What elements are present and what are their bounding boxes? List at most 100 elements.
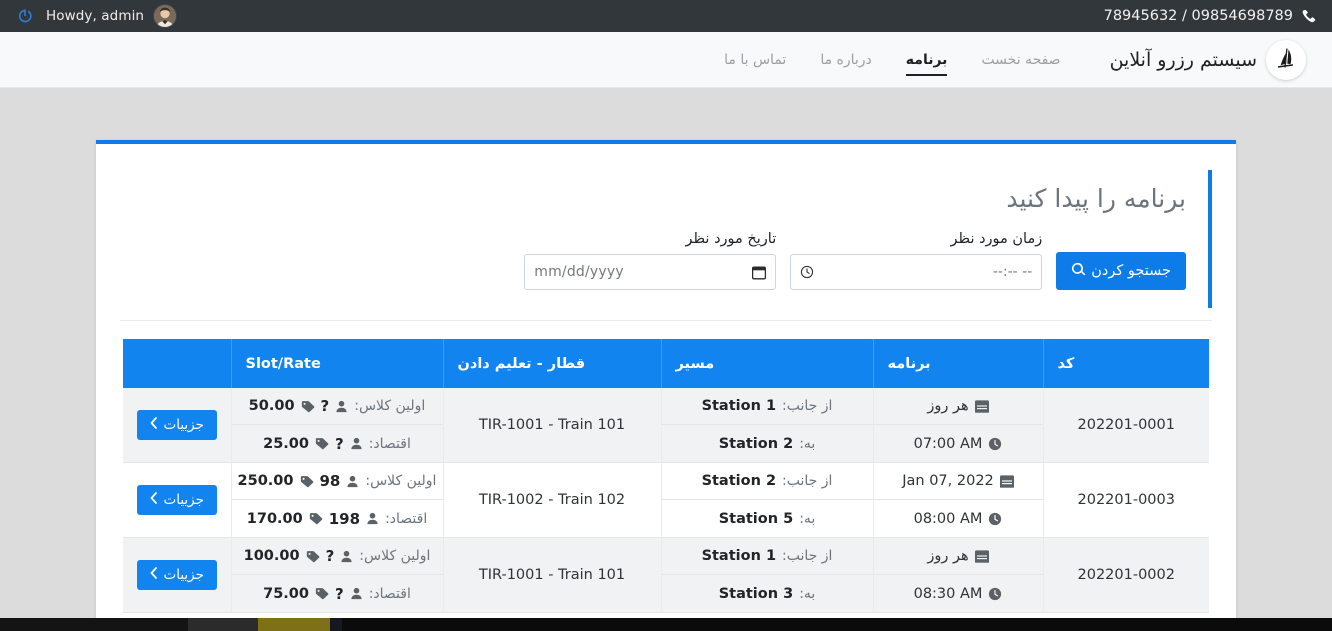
admin-bar-contact: 78945632 / 09854698789 bbox=[1104, 8, 1332, 24]
clock-icon bbox=[988, 512, 1002, 526]
howdy-label[interactable]: Howdy, admin bbox=[42, 8, 152, 24]
first-class-rate: 100.00 bbox=[243, 548, 300, 564]
brand[interactable]: سیستم رزرو آنلاین bbox=[1096, 39, 1306, 80]
schedule-time-line: 07:00 AM bbox=[874, 425, 1043, 462]
nav-item-contact[interactable]: تماس با ما bbox=[707, 34, 803, 86]
calendar-picker-icon[interactable] bbox=[752, 265, 767, 280]
first-class-label: اولین کلاس: bbox=[359, 548, 431, 564]
cell-action: جزییات bbox=[123, 537, 232, 613]
details-button[interactable]: جزییات bbox=[136, 560, 217, 590]
content-card: برنامه را پیدا کنید جستجو کردن زمان مورد… bbox=[96, 140, 1236, 631]
column-header-train[interactable]: قطار - تعلیم دادن bbox=[443, 339, 662, 388]
route-from-line: از جانب: Station 1 bbox=[661, 388, 873, 425]
person-icon bbox=[350, 587, 363, 600]
first-class-seats: ? bbox=[325, 547, 335, 565]
schedule-date-line: Jan 07, 2022 bbox=[873, 463, 1043, 500]
details-button-label: جزییات bbox=[163, 492, 204, 508]
section-divider bbox=[120, 320, 1212, 321]
person-icon bbox=[350, 437, 363, 450]
route-from-value: Station 1 bbox=[701, 548, 777, 564]
tag-icon bbox=[300, 475, 314, 488]
table-row[interactable]: 202201-0001 هر روز 07:00 AM از جانب: Sta… bbox=[123, 388, 1209, 463]
economy-line: اقتصاد: ? 75.00 bbox=[232, 575, 443, 612]
schedule-time: 08:30 AM bbox=[913, 585, 983, 602]
table-row[interactable]: 202201-0003 Jan 07, 2022 08:00 AM از جان… bbox=[123, 462, 1209, 538]
cell-code: 202201-0002 bbox=[1043, 537, 1209, 613]
page-body: برنامه را پیدا کنید جستجو کردن زمان مورد… bbox=[0, 88, 1332, 631]
sailboat-logo-icon bbox=[1266, 39, 1306, 80]
time-field: زمان مورد نظر --:-- -- bbox=[790, 231, 1043, 290]
schedule-time: 08:00 AM bbox=[913, 510, 983, 527]
first-class-rate: 250.00 bbox=[237, 473, 294, 489]
route-to-label: به: bbox=[799, 510, 816, 527]
cell-slot-rate: اولین کلاس: ? 50.00 اقتصاد: ? 25.00 bbox=[231, 388, 444, 463]
date-label: تاریخ مورد نظر bbox=[685, 231, 777, 247]
nav-item-home[interactable]: صفحه نخست bbox=[964, 34, 1077, 86]
brand-title: سیستم رزرو آنلاین bbox=[1109, 48, 1257, 71]
route-to-line: به: Station 3 bbox=[662, 575, 873, 612]
column-header-code[interactable]: کد bbox=[1043, 339, 1209, 388]
taskbar-segment bbox=[188, 618, 258, 631]
table-head: کد برنامه مسیر قطار - تعلیم دادن Slot/Ra… bbox=[123, 339, 1209, 388]
avatar[interactable] bbox=[154, 5, 177, 27]
cell-code: 202201-0003 bbox=[1043, 462, 1209, 538]
cell-schedule: هر روز 08:30 AM bbox=[873, 537, 1044, 613]
clock-icon bbox=[988, 437, 1002, 451]
nav-item-about[interactable]: درباره ما bbox=[803, 34, 888, 86]
time-input[interactable]: --:-- -- bbox=[790, 254, 1043, 290]
economy-seats: 198 bbox=[328, 509, 361, 528]
site-navbar: سیستم رزرو آنلاین صفحه نخست برنامه دربار… bbox=[0, 32, 1332, 88]
route-from-label: از جانب: bbox=[782, 473, 833, 489]
details-button-label: جزییات bbox=[163, 417, 204, 433]
power-icon[interactable] bbox=[8, 0, 42, 32]
nav-item-schedule[interactable]: برنامه bbox=[889, 34, 965, 86]
cell-route: از جانب: Station 1 به: Station 3 bbox=[661, 537, 874, 613]
cell-action: جزییات bbox=[123, 388, 232, 463]
route-from-line: از جانب: Station 1 bbox=[661, 538, 873, 575]
route-to-line: به: Station 5 bbox=[662, 500, 873, 537]
search-icon bbox=[1071, 262, 1086, 281]
cell-train: TIR-1001 - Train 101 bbox=[443, 537, 662, 613]
column-header-route[interactable]: مسیر bbox=[661, 339, 874, 388]
chevron-right-icon bbox=[150, 492, 158, 508]
economy-rate: 75.00 bbox=[263, 585, 309, 602]
economy-seats: ? bbox=[335, 584, 344, 603]
clock-picker-icon[interactable] bbox=[800, 265, 814, 279]
details-button[interactable]: جزییات bbox=[136, 485, 217, 515]
route-to-value: Station 3 bbox=[718, 585, 794, 602]
economy-label: اقتصاد: bbox=[368, 435, 411, 452]
schedule-date: Jan 07, 2022 bbox=[902, 473, 994, 489]
tag-icon bbox=[315, 587, 329, 600]
search-button[interactable]: جستجو کردن bbox=[1056, 252, 1186, 290]
search-form: جستجو کردن زمان مورد نظر --:-- -- تاریخ … bbox=[132, 231, 1186, 290]
date-field: تاریخ مورد نظر mm/dd/yyyy bbox=[524, 231, 777, 290]
tag-icon bbox=[306, 550, 320, 563]
cell-action: جزییات bbox=[123, 462, 232, 538]
taskbar-active-window[interactable] bbox=[258, 618, 330, 631]
schedule-date: هر روز bbox=[927, 398, 969, 414]
cell-schedule: Jan 07, 2022 08:00 AM bbox=[873, 462, 1044, 538]
nav-links: صفحه نخست برنامه درباره ما تماس با ما bbox=[707, 34, 1077, 86]
route-to-label: به: bbox=[799, 435, 816, 452]
table-body: 202201-0001 هر روز 07:00 AM از جانب: Sta… bbox=[123, 388, 1209, 613]
column-header-slot-rate[interactable]: Slot/Rate bbox=[231, 339, 444, 388]
page-title: برنامه را پیدا کنید bbox=[1006, 184, 1186, 213]
wp-admin-bar: Howdy, admin 78945632 / 09854698789 bbox=[0, 0, 1332, 32]
calendar-icon bbox=[974, 549, 989, 563]
cell-slot-rate: اولین کلاس: ? 100.00 اقتصاد: ? 75.00 bbox=[231, 537, 444, 613]
cell-train: TIR-1001 - Train 101 bbox=[443, 388, 662, 463]
person-icon bbox=[335, 400, 348, 413]
economy-label: اقتصاد: bbox=[385, 510, 428, 527]
date-input[interactable]: mm/dd/yyyy bbox=[524, 254, 777, 290]
table-row[interactable]: 202201-0002 هر روز 08:30 AM از جانب: Sta… bbox=[123, 537, 1209, 613]
tag-icon bbox=[315, 437, 329, 450]
os-taskbar bbox=[0, 618, 1332, 631]
schedule-date: هر روز bbox=[927, 548, 969, 564]
search-button-label: جستجو کردن bbox=[1091, 263, 1171, 279]
column-header-schedule[interactable]: برنامه bbox=[873, 339, 1044, 388]
details-button[interactable]: جزییات bbox=[136, 410, 217, 440]
contact-phone-number: 78945632 / 09854698789 bbox=[1103, 8, 1293, 24]
chevron-right-icon bbox=[150, 417, 158, 433]
admin-bar-left: Howdy, admin bbox=[0, 0, 177, 32]
economy-label: اقتصاد: bbox=[368, 585, 411, 602]
